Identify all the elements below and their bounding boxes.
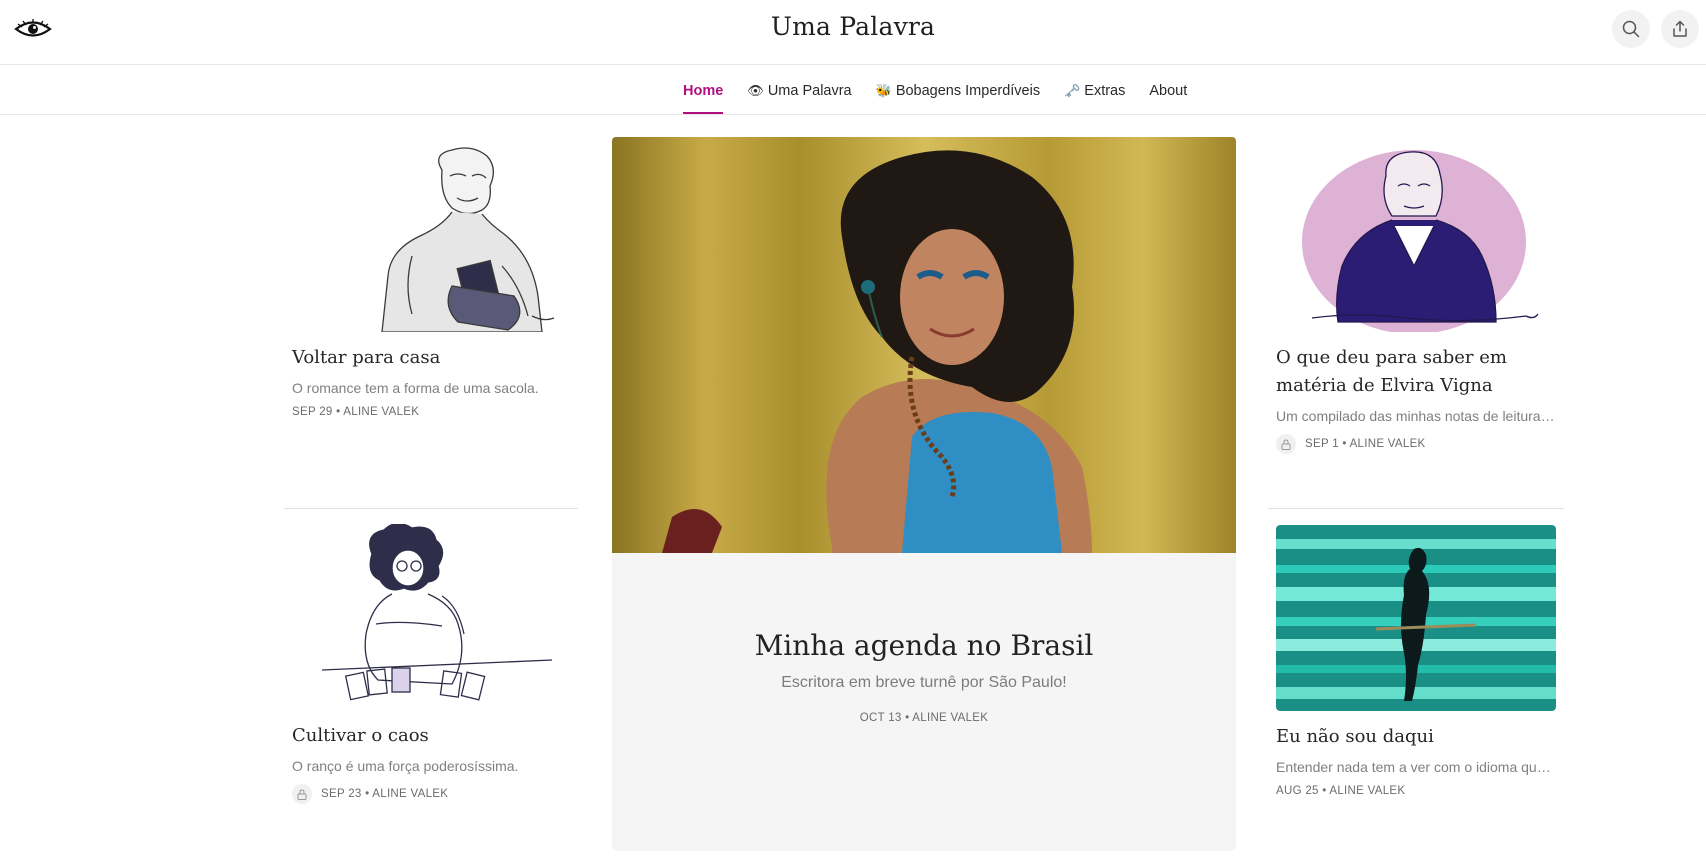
search-icon xyxy=(1622,20,1640,38)
post-title[interactable]: Eu não sou daqui xyxy=(1276,723,1556,751)
featured-photo-woman-with-feather xyxy=(612,137,1236,553)
eye-emoji-icon: 👁 xyxy=(747,82,764,98)
post-date-author: AUG 25 • ALINE VALEK xyxy=(1276,785,1406,797)
post-date-author: SEP 23 • ALINE VALEK xyxy=(321,788,449,800)
nav-item-home[interactable]: Home xyxy=(683,66,724,115)
post-date-author: SEP 1 • ALINE VALEK xyxy=(1305,438,1426,450)
post-illustration-silhouette-teal-painting xyxy=(1276,525,1556,711)
post-card-eu-nao-sou-daqui[interactable]: Eu não sou daqui Entender nada tem a ver… xyxy=(1276,525,1556,797)
post-date-author: SEP 29 • ALINE VALEK xyxy=(292,406,420,418)
lock-icon xyxy=(1276,434,1296,454)
featured-subtitle: Escritora em breve turnê por São Paulo! xyxy=(781,674,1067,691)
post-subtitle: O ranço é uma força poderosíssima. xyxy=(292,758,519,774)
post-subtitle: Entender nada tem a ver com o idioma que… xyxy=(1276,759,1556,775)
post-meta: SEP 29 • ALINE VALEK xyxy=(292,406,578,418)
post-title[interactable]: Cultivar o caos xyxy=(292,722,578,750)
post-meta: SEP 1 • ALINE VALEK xyxy=(1276,434,1556,454)
post-card-cultivar-o-caos[interactable]: Cultivar o caos O ranço é uma força pode… xyxy=(292,524,578,804)
site-header: Uma Palavra xyxy=(0,0,1706,65)
post-subtitle: Um compilado das minhas notas de leitura… xyxy=(1276,408,1556,424)
post-card-voltar-para-casa[interactable]: Voltar para casa O romance tem a forma d… xyxy=(292,146,578,418)
search-button[interactable] xyxy=(1612,10,1650,48)
main-nav: Home 👁 Uma Palavra 🐝 Bobagens Imperdívei… xyxy=(0,66,1706,115)
nav-item-extras[interactable]: 🗝️ Extras xyxy=(1064,66,1125,115)
nav-item-label: Home xyxy=(683,82,724,99)
divider xyxy=(284,508,578,509)
nav-item-label: Bobagens Imperdíveis xyxy=(895,82,1041,99)
post-illustration-woman-watercolor xyxy=(1302,150,1539,332)
nav-item-label: Uma Palavra xyxy=(767,82,852,99)
post-illustration-woman-tarot-cards xyxy=(321,524,553,701)
nav-item-uma-palavra[interactable]: 👁 Uma Palavra xyxy=(747,66,851,115)
post-meta: AUG 25 • ALINE VALEK xyxy=(1276,785,1556,797)
site-title[interactable]: Uma Palavra xyxy=(0,12,1706,41)
nav-item-about[interactable]: About xyxy=(1149,66,1187,115)
share-icon xyxy=(1673,20,1687,37)
nav-item-label: Extras xyxy=(1084,82,1126,99)
bee-emoji-icon: 🐝 xyxy=(875,82,892,98)
featured-meta: OCT 13 • ALINE VALEK xyxy=(859,712,989,724)
nav-item-label: About xyxy=(1149,82,1188,99)
divider xyxy=(1268,508,1564,509)
share-button[interactable] xyxy=(1661,10,1699,48)
post-title[interactable]: Voltar para casa xyxy=(292,344,578,372)
post-subtitle: O romance tem a forma de uma sacola. xyxy=(292,380,539,396)
nav-item-bobagens-imperdiveis[interactable]: 🐝 Bobagens Imperdíveis xyxy=(876,66,1040,115)
post-title[interactable]: O que deu para saber em matéria de Elvir… xyxy=(1276,344,1556,400)
post-card-elvira-vigna[interactable]: O que deu para saber em matéria de Elvir… xyxy=(1276,146,1556,454)
key-emoji-icon: 🗝️ xyxy=(1064,82,1081,98)
featured-title[interactable]: Minha agenda no Brasil xyxy=(612,629,1236,662)
lock-icon xyxy=(292,784,312,804)
post-illustration-woman-with-book xyxy=(381,147,555,332)
post-meta: SEP 23 • ALINE VALEK xyxy=(292,784,578,804)
featured-post[interactable]: Minha agenda no Brasil Escritora em brev… xyxy=(612,137,1236,851)
